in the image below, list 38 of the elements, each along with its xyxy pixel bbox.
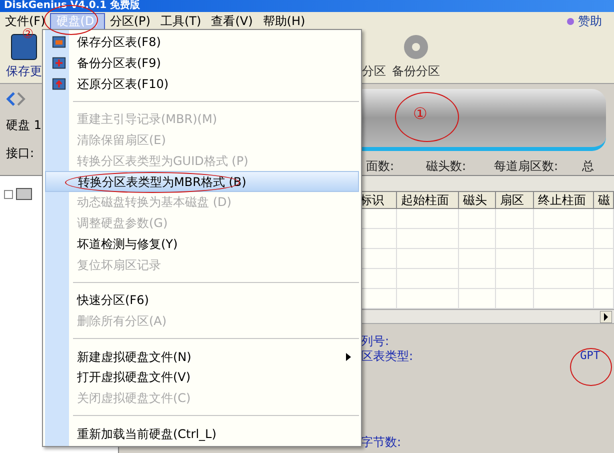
menu-item[interactable]: 还原分区表(F10): [45, 74, 359, 94]
scroll-right-icon[interactable]: [600, 310, 612, 322]
menu-bar-item[interactable]: 文件(F): [0, 12, 50, 30]
column-header[interactable]: 磁头: [459, 192, 496, 208]
expand-icon[interactable]: [4, 190, 13, 198]
geometry-label: 磁头数:: [426, 158, 468, 175]
disc-icon: [403, 34, 429, 60]
menu-bar-item[interactable]: 工具(T): [155, 12, 206, 30]
column-header[interactable]: 扇区: [496, 192, 534, 208]
backup-partition-button[interactable]: 备份分区: [392, 34, 440, 80]
sponsor-link[interactable]: 赞助: [578, 12, 602, 30]
menu-bar-item[interactable]: 查看(V): [206, 12, 258, 30]
table-type-label: 区表类型:: [361, 349, 414, 364]
annotation-ellipse: [395, 92, 459, 142]
column-header[interactable]: 起始柱面: [397, 192, 459, 208]
bytes-label: 字节数:: [361, 434, 402, 451]
menu-item[interactable]: 备份分区表(F9): [45, 52, 359, 74]
column-header[interactable]: 终止柱面: [534, 192, 594, 208]
menu-item[interactable]: 保存分区表(F8): [45, 32, 359, 53]
serial-label: 列号:: [361, 334, 390, 348]
interface-label: 接口:: [6, 145, 34, 162]
menu-item[interactable]: 打开虚拟硬盘文件(V): [45, 366, 359, 388]
geometry-label: 总: [582, 158, 595, 175]
menu-item[interactable]: 重新加载当前硬盘(Ctrl_L): [45, 423, 359, 444]
menu-item[interactable]: 快速分区(F6): [45, 290, 359, 311]
menu-bar-item[interactable]: 分区(P): [104, 12, 156, 30]
column-header[interactable]: 磁: [594, 192, 614, 208]
menu-item[interactable]: 坏道检测与修复(Y): [45, 234, 359, 254]
annotation-ellipse: [570, 348, 612, 386]
menu-bar-item[interactable]: 帮助(H): [258, 12, 310, 30]
geometry-label: 每道扇区数:: [494, 158, 560, 175]
annotation-number: ①: [413, 106, 428, 122]
table-type-value: GPT: [580, 348, 600, 364]
annotation-number: ②: [22, 28, 34, 41]
menu-item[interactable]: 新建虚拟硬盘文件(N): [45, 346, 359, 367]
geometry-label: 面数:: [366, 158, 396, 175]
partition-button[interactable]: 分区: [362, 62, 386, 80]
disk-label: 硬盘 1: [6, 117, 42, 134]
